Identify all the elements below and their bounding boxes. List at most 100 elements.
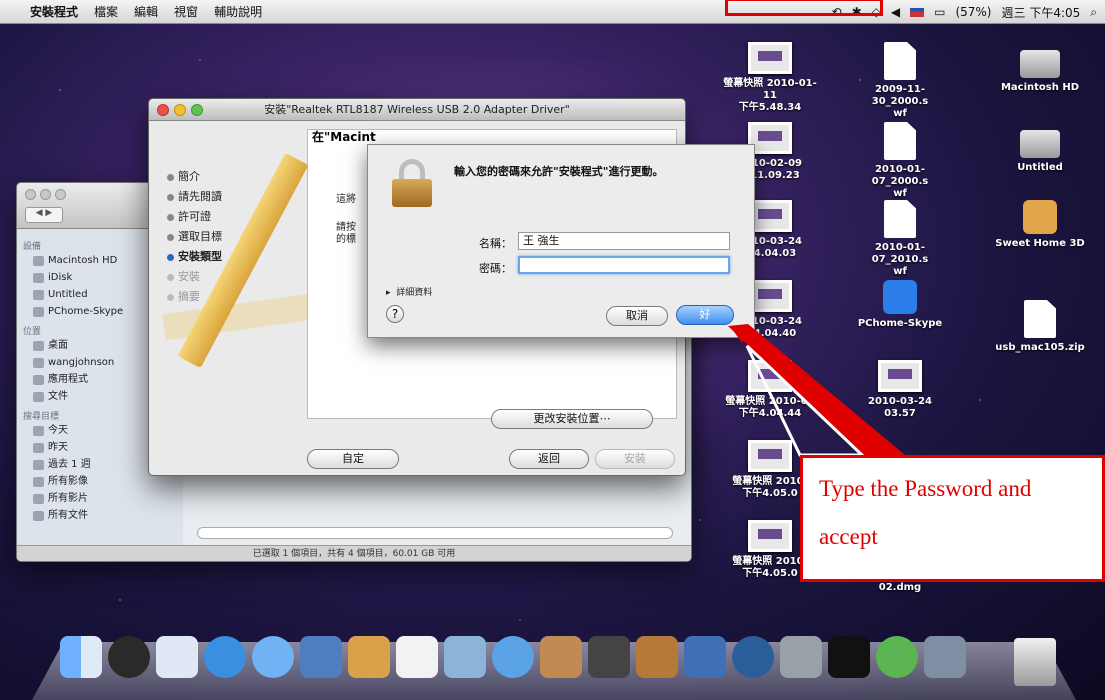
sidebar-item[interactable]: 所有影片 (23, 490, 183, 507)
ichat-icon[interactable] (252, 636, 294, 678)
desktop-icon[interactable]: 螢幕快照 2010-03 下午4.04.44 (720, 360, 820, 420)
app-icon (883, 280, 917, 314)
installer-step-label: 安裝類型 (178, 250, 222, 263)
ok-button[interactable]: 好 (676, 305, 734, 325)
spaces-icon[interactable] (684, 636, 726, 678)
zoom-icon[interactable] (55, 189, 66, 200)
imovie-icon[interactable] (588, 636, 630, 678)
desktop-icon[interactable]: usb_mac105.zip (990, 300, 1090, 354)
installer-step: 請先閱讀 (167, 187, 222, 207)
finder-icon[interactable] (60, 636, 102, 678)
menu-file[interactable]: 檔案 (86, 3, 126, 20)
safari-icon[interactable] (204, 636, 246, 678)
details-disclosure[interactable]: ▸ 詳細資料 (386, 285, 432, 298)
desktop-icon-label: Sweet Home 3D (995, 238, 1085, 249)
system-preferences-icon[interactable] (780, 636, 822, 678)
menu-app-installer[interactable]: 安裝程式 (22, 3, 86, 20)
back-forward-buttons[interactable]: ◀ ▶ (25, 207, 63, 223)
password-label: 密碼： (479, 262, 512, 275)
preview-icon[interactable] (444, 636, 486, 678)
desktop-icon-label: Untitled (1017, 162, 1063, 173)
sidebar-item-label: 文件 (48, 391, 68, 402)
sidebar-item-icon (33, 476, 44, 487)
menu-edit[interactable]: 編輯 (126, 3, 166, 20)
mail-icon[interactable] (156, 636, 198, 678)
address-book-icon[interactable] (348, 636, 390, 678)
shot-icon (748, 520, 792, 552)
sidebar-item[interactable]: 所有文件 (23, 507, 183, 524)
desktop-icon[interactable]: 2010-03-24 03.57 (850, 360, 950, 420)
customize-button[interactable]: 自定 (307, 449, 399, 469)
password-field[interactable] (518, 256, 730, 274)
desktop-icon[interactable]: PChome-Skype (850, 280, 950, 330)
desktop-icon[interactable]: 螢幕快照 2010-01-11 下午5.48.34 (720, 42, 820, 114)
downloads-icon[interactable] (924, 636, 966, 678)
installer-title: 安裝"Realtek RTL8187 Wireless USB 2.0 Adap… (149, 99, 685, 121)
step-bullet-icon (167, 273, 174, 281)
step-bullet-icon (167, 173, 174, 181)
sidebar-item-icon (33, 425, 44, 436)
ical-icon[interactable] (396, 636, 438, 678)
iphoto-icon[interactable] (540, 636, 582, 678)
cancel-button[interactable]: 取消 (606, 306, 668, 326)
back-button[interactable]: 返回 (509, 449, 589, 469)
time-machine-dock-icon[interactable] (732, 636, 774, 678)
sidebar-item-icon (33, 493, 44, 504)
sidebar-item-icon (33, 459, 44, 470)
desktop-icon-label: Macintosh HD (1000, 82, 1080, 93)
name-field[interactable]: 王 強生 (518, 232, 730, 250)
close-icon[interactable] (25, 189, 36, 200)
clock[interactable]: 週三 下午4:05 (1002, 4, 1081, 21)
desktop-icon[interactable]: 2009-11-30_2000.s wf (850, 42, 950, 120)
itunes-icon[interactable] (492, 636, 534, 678)
spotlight-icon[interactable]: ⌕ (1090, 5, 1097, 20)
input-flag-icon[interactable] (910, 7, 925, 17)
desktop-icon[interactable]: Macintosh HD (990, 42, 1090, 94)
messenger-icon[interactable] (876, 636, 918, 678)
change-location-button[interactable]: 更改安裝位置⋯ (491, 409, 653, 429)
sidebar-item-label: 今天 (48, 425, 68, 436)
doc-icon (884, 200, 916, 238)
sidebar-item-label: 昨天 (48, 442, 68, 453)
desktop-icon-label: 2009-11-30_2000.s wf (871, 84, 929, 119)
sidebar-item-label: iDisk (48, 272, 73, 283)
annotation-line-2: accept (819, 524, 878, 549)
desktop-icon[interactable]: 2010-01-07_2000.s wf (850, 122, 950, 200)
minimize-icon[interactable] (174, 104, 186, 116)
name-label: 名稱： (479, 237, 512, 250)
sidebar-item-icon (33, 357, 44, 368)
garageband-icon[interactable] (636, 636, 678, 678)
desktop-icon-label: 2010-01-07_2000.s wf (871, 164, 929, 199)
zoom-icon[interactable] (191, 104, 203, 116)
desktop-icon-label: 螢幕快照 2010-01-11 下午5.48.34 (723, 78, 817, 113)
volume-icon[interactable]: ◀ (891, 5, 900, 19)
sidebar-item-icon (33, 510, 44, 521)
close-icon[interactable] (157, 104, 169, 116)
desktop-icon-label: 02.dmg (878, 582, 922, 593)
facetime-icon[interactable] (300, 636, 342, 678)
finder-status-bar: 已選取 1 個項目，共有 4 個項目，60.01 GB 可用 (17, 545, 691, 561)
minimize-icon[interactable] (40, 189, 51, 200)
shot-icon (748, 360, 792, 392)
battery-icon[interactable]: ▭ (934, 5, 945, 19)
desktop-icon[interactable]: 2010-01-07_2010.s wf (850, 200, 950, 278)
sidebar-item-label: 過去 1 週 (48, 459, 91, 470)
sidebar-item-label: 應用程式 (48, 374, 88, 385)
horizontal-scrollbar[interactable] (197, 527, 673, 539)
terminal-icon[interactable] (828, 636, 870, 678)
desktop-icon[interactable]: Sweet Home 3D (990, 200, 1090, 250)
dashboard-icon[interactable] (108, 636, 150, 678)
installer-step: 選取目標 (167, 227, 222, 247)
shot-icon (748, 42, 792, 74)
install-button[interactable]: 安裝 (595, 449, 675, 469)
sidebar-item-label: 所有文件 (48, 510, 88, 521)
step-bullet-icon (167, 193, 174, 201)
menu-help[interactable]: 輔助說明 (206, 3, 270, 20)
sidebar-item-label: 所有影片 (48, 493, 88, 504)
annotation-callout: Type the Password and accept (800, 455, 1105, 582)
help-button[interactable]: ? (386, 305, 404, 323)
desktop-icon[interactable]: Untitled (990, 122, 1090, 174)
trash-icon[interactable] (1014, 638, 1056, 686)
menu-window[interactable]: 視窗 (166, 3, 206, 20)
shot-icon (878, 360, 922, 392)
